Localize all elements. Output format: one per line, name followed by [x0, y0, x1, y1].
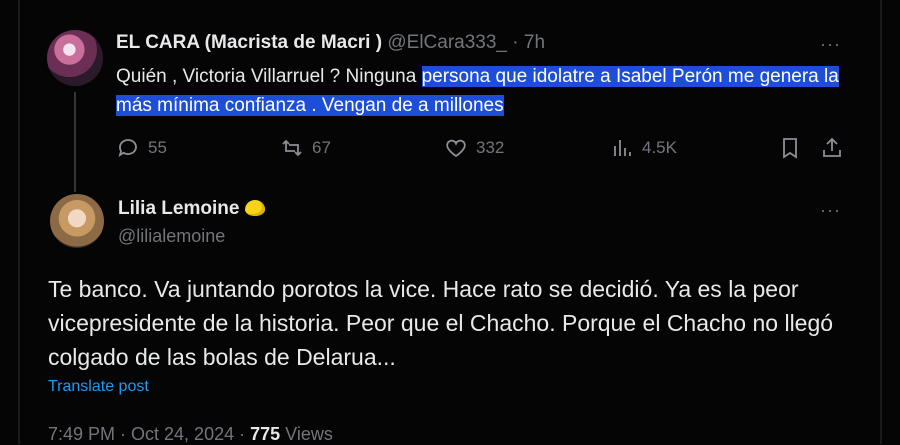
- bookmark-icon: [783, 138, 797, 159]
- reply-text: Te banco. Va juntando porotos la vice. H…: [48, 276, 834, 370]
- repost-icon: [282, 139, 302, 157]
- bookmark-button[interactable]: [778, 136, 802, 160]
- left-border: [18, 0, 20, 444]
- repost-count: 67: [312, 138, 331, 157]
- more-options-icon[interactable]: ···: [820, 200, 841, 221]
- heart-icon: [446, 139, 466, 158]
- parent-header: EL CARA (Macrista de Macri ) @ElCara333_…: [116, 32, 545, 54]
- views-count: 4.5K: [642, 138, 677, 157]
- like-count: 332: [476, 138, 505, 157]
- analytics-icon: [614, 140, 631, 156]
- display-name[interactable]: EL CARA (Macrista de Macri ): [116, 32, 382, 53]
- reply-icon: [118, 139, 137, 157]
- lemon-icon: [245, 200, 266, 216]
- reply-button[interactable]: 55: [116, 136, 167, 160]
- handle[interactable]: @lilialemoine: [118, 226, 225, 247]
- like-button[interactable]: 332: [444, 136, 504, 160]
- action-bar: 55 67 332 4.5K: [116, 136, 856, 164]
- display-name-row: Lilia Lemoine: [118, 198, 266, 220]
- handle[interactable]: @ElCara333_: [387, 32, 507, 53]
- thread-connector: [74, 92, 76, 192]
- display-name[interactable]: Lilia Lemoine: [118, 198, 239, 219]
- views-number: 775: [250, 424, 281, 444]
- timestamp[interactable]: · 7h: [512, 32, 545, 53]
- more-options-icon[interactable]: ···: [820, 34, 841, 55]
- tweet-text: Quién , Victoria Villarruel ? Ninguna pe…: [116, 62, 856, 120]
- views-button[interactable]: 4.5K: [610, 136, 677, 160]
- views-label: Views: [280, 424, 333, 444]
- avatar[interactable]: [50, 194, 104, 248]
- repost-button[interactable]: 67: [280, 136, 331, 160]
- reply-count: 55: [148, 138, 167, 157]
- avatar[interactable]: [47, 30, 103, 86]
- share-button[interactable]: [820, 136, 844, 160]
- tweet-text-start: Quién , Victoria Villarruel ? Ninguna: [116, 66, 422, 87]
- post-metadata: 7:49 PM · Oct 24, 2024 · 775 Views: [48, 424, 333, 445]
- right-border: [880, 0, 882, 444]
- translate-post-link[interactable]: Translate post: [48, 378, 149, 396]
- post-timestamp[interactable]: 7:49 PM · Oct 24, 2024 ·: [48, 424, 250, 444]
- share-icon: [823, 137, 841, 157]
- tweet-thread: EL CARA (Macrista de Macri ) @ElCara333_…: [0, 0, 900, 444]
